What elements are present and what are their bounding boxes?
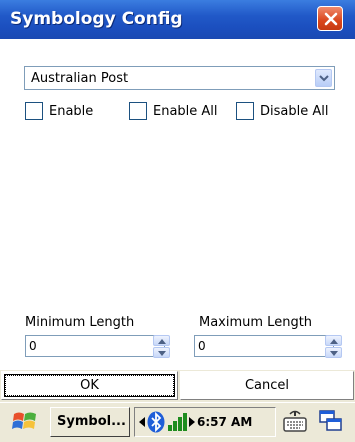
scroll-left-icon[interactable] [139, 417, 145, 427]
focus-rect [5, 375, 174, 396]
close-button[interactable] [317, 6, 343, 31]
system-tray: 6:57 AM [134, 407, 276, 437]
max-length-up-button[interactable] [325, 335, 342, 346]
enable-all-checkbox-box[interactable] [129, 102, 147, 120]
task-label: Symbol... [57, 414, 126, 429]
enable-all-checkbox[interactable]: Enable All [129, 102, 229, 122]
start-button[interactable] [4, 407, 46, 437]
disable-all-checkbox[interactable]: Disable All [236, 102, 336, 122]
disable-all-label: Disable All [260, 104, 329, 119]
window-title: Symbology Config [10, 9, 183, 29]
keyboard-icon [283, 410, 307, 432]
cancel-label: Cancel [244, 378, 290, 393]
min-length-label: Minimum Length [25, 315, 135, 330]
arrow-up-icon [158, 339, 166, 344]
arrow-down-icon [330, 351, 338, 356]
taskbar: Symbol... 6:57 AM [0, 402, 355, 442]
min-length-down-button[interactable] [153, 347, 170, 358]
dropdown-arrow-button[interactable] [315, 69, 332, 87]
min-length-stepper[interactable] [153, 335, 170, 359]
max-length-down-button[interactable] [325, 347, 342, 358]
window-switch-button[interactable] [318, 409, 346, 435]
signal-icon[interactable] [167, 412, 189, 432]
enable-all-label: Enable All [153, 104, 218, 119]
scroll-right-icon[interactable] [189, 417, 195, 427]
symbology-select[interactable]: Australian Post [24, 66, 335, 90]
min-length-up-button[interactable] [153, 335, 170, 346]
enable-label: Enable [49, 104, 94, 119]
arrow-down-icon [158, 351, 166, 356]
windows-overlap-icon [319, 410, 342, 431]
input-panel-button[interactable] [282, 409, 310, 435]
windows-flag-icon [12, 412, 36, 429]
max-length-label: Maximum Length [199, 315, 313, 330]
enable-checkbox-box[interactable] [25, 102, 43, 120]
chevron-down-icon [319, 75, 329, 82]
cancel-button[interactable]: Cancel [180, 371, 354, 400]
title-bar: Symbology Config [0, 0, 355, 39]
max-length-stepper[interactable] [325, 335, 342, 359]
min-length-field[interactable]: 0 [25, 335, 165, 357]
symbology-select-value: Australian Post [31, 71, 129, 86]
close-icon [324, 12, 338, 26]
enable-checkbox[interactable]: Enable [25, 102, 115, 122]
arrow-up-icon [330, 339, 338, 344]
max-length-value: 0 [198, 339, 206, 353]
disable-all-checkbox-box[interactable] [236, 102, 254, 120]
ok-button[interactable]: OK [1, 371, 178, 400]
clock[interactable]: 6:57 AM [197, 415, 252, 429]
min-length-value: 0 [29, 339, 37, 353]
max-length-field[interactable]: 0 [194, 335, 334, 357]
bluetooth-icon[interactable] [147, 411, 165, 433]
task-symbol-button[interactable]: Symbol... [50, 407, 130, 437]
